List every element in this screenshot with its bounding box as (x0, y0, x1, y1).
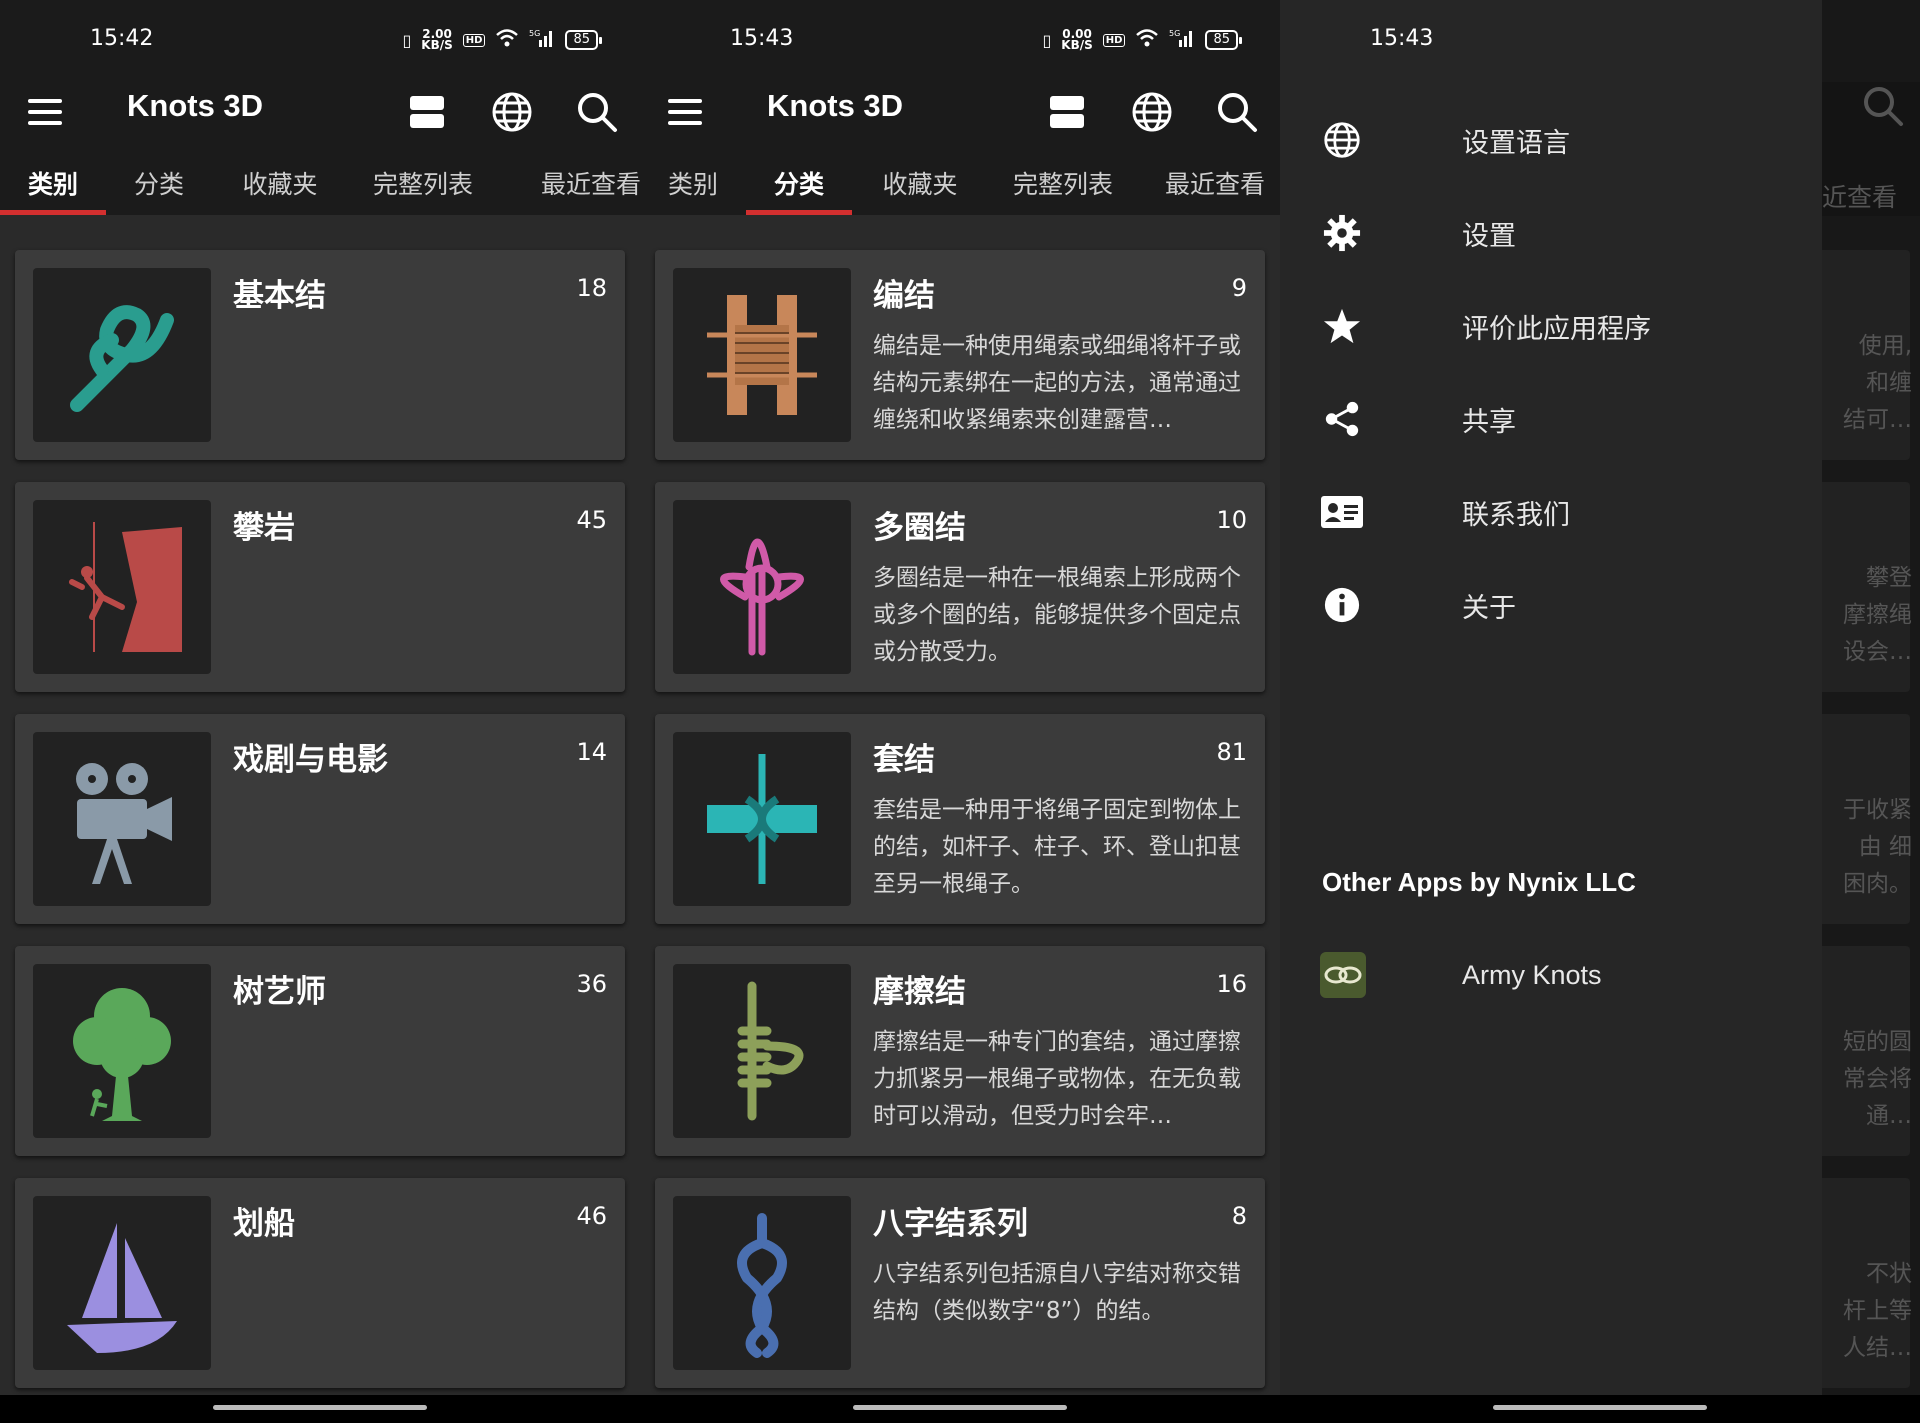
globe-icon (1320, 118, 1364, 162)
info-icon (1320, 583, 1364, 627)
svg-text:5G: 5G (529, 29, 540, 38)
share-icon (1320, 397, 1364, 441)
tab-recently-viewed[interactable]: 最近查看 (516, 168, 640, 215)
drawer-item-language[interactable]: 设置语言 (1320, 110, 1800, 170)
tab-full-list[interactable]: 完整列表 (348, 168, 498, 215)
tab-category[interactable]: 类别 (0, 168, 106, 215)
view-toggle-icon[interactable] (1039, 84, 1095, 140)
army-knots-app-icon (1320, 952, 1366, 998)
drawer-scrim[interactable]: 近查看 使用, 和缠 结可… 攀登 摩擦绳 设会… 于收紧由 细困肉。 短的圆 常会将 通…… (1822, 0, 1920, 1395)
list-item[interactable]: 树艺师 36 (15, 946, 625, 1156)
sailboat-icon (33, 1196, 211, 1370)
figure-eight-icon (673, 1196, 851, 1370)
home-indicator[interactable] (853, 1405, 1067, 1410)
navigation-drawer: 15:43 设置语言 设置 评价此应用程序 共享 联系我们 关于 Other A… (1280, 0, 1822, 1395)
list-item[interactable]: 戏剧与电影 14 (15, 714, 625, 924)
search-icon[interactable] (1209, 84, 1265, 140)
hamburger-menu-icon[interactable] (28, 90, 72, 134)
list-item[interactable]: 套结 81 套结是一种用于将绳子固定到物体上的结，如杆子、柱子、环、登山扣甚至另… (655, 714, 1265, 924)
screen-classification: 15:43 ▯ 0.00 KB/S HD 5G 85 Knots 3D 类别 分… (640, 0, 1280, 1423)
hitch-icon (673, 732, 851, 906)
drawer-item-contact[interactable]: 联系我们 (1320, 482, 1800, 542)
hd-icon: HD (462, 33, 486, 47)
lashing-icon (673, 268, 851, 442)
home-indicator[interactable] (213, 1405, 427, 1410)
climber-icon (33, 500, 211, 674)
status-time: 15:43 (730, 26, 794, 51)
movie-camera-icon (33, 732, 211, 906)
status-bar: 15:42 ▯ 2.00 KB/S HD 5G 85 (0, 0, 640, 80)
list-item[interactable]: 划船 46 (15, 1178, 625, 1388)
list-item[interactable]: 摩擦结 16 摩擦结是一种专门的套结，通过摩擦力抓紧另一根绳子或物体，在无负载时… (655, 946, 1265, 1156)
other-app-army-knots[interactable]: Army Knots (1320, 950, 1800, 1000)
status-time: 15:42 (90, 26, 154, 51)
screen-drawer-open: 15:43 设置语言 设置 评价此应用程序 共享 联系我们 关于 Other A… (1280, 0, 1920, 1423)
wifi-icon (1135, 28, 1159, 52)
drawer-item-about[interactable]: 关于 (1320, 575, 1800, 635)
hamburger-menu-icon[interactable] (668, 90, 712, 134)
list-item[interactable]: 八字结系列 8 八字结系列包括源自八字结对称交错结构（类似数字“8”）的结。 (655, 1178, 1265, 1388)
vibrate-icon: ▯ (402, 30, 412, 50)
tab-favorites[interactable]: 收藏夹 (852, 168, 988, 215)
battery-icon: 85 (565, 30, 602, 50)
tab-bar: 类别 分类 收藏夹 完整列表 最近查看 (0, 168, 640, 215)
tab-bar: 类别 分类 收藏夹 完整列表 最近查看 (640, 168, 1280, 215)
gesture-bar (1280, 1395, 1920, 1423)
app-bar: Knots 3D 类别 分类 收藏夹 完整列表 最近查看 (0, 80, 640, 215)
tab-recently-viewed[interactable]: 最近查看 (1140, 168, 1280, 215)
hd-icon: HD (1102, 33, 1126, 47)
drawer-item-settings[interactable]: 设置 (1320, 203, 1800, 263)
tab-full-list[interactable]: 完整列表 (988, 168, 1138, 215)
app-title: Knots 3D (767, 88, 904, 123)
globe-icon[interactable] (484, 84, 540, 140)
status-time: 15:43 (1370, 26, 1434, 51)
home-indicator[interactable] (1493, 1405, 1707, 1410)
friction-hitch-icon (673, 964, 851, 1138)
multi-loop-icon (673, 500, 851, 674)
network-rate: 2.00 KB/S (421, 27, 453, 52)
app-title: Knots 3D (127, 88, 264, 123)
gesture-bar (0, 1395, 640, 1423)
gesture-bar (640, 1395, 1280, 1423)
drawer-item-share[interactable]: 共享 (1320, 389, 1800, 449)
tab-category[interactable]: 类别 (640, 168, 746, 215)
screen-categories: 15:42 ▯ 2.00 KB/S HD 5G 85 Knots 3D 类别 分… (0, 0, 640, 1423)
battery-icon: 85 (1205, 30, 1242, 50)
status-bar: 15:43 ▯ 0.00 KB/S HD 5G 85 (640, 0, 1280, 80)
drawer-item-rate-app[interactable]: 评价此应用程序 (1320, 296, 1800, 356)
gear-icon (1320, 211, 1364, 255)
tab-classification[interactable]: 分类 (746, 168, 852, 215)
vibrate-icon: ▯ (1042, 30, 1052, 50)
signal-icon: 5G (529, 28, 555, 52)
network-rate: 0.00 KB/S (1061, 27, 1093, 52)
knot-icon (33, 268, 211, 442)
list-item[interactable]: 攀岩 45 (15, 482, 625, 692)
search-icon (1862, 85, 1904, 131)
tree-icon (33, 964, 211, 1138)
app-bar: Knots 3D 类别 分类 收藏夹 完整列表 最近查看 (640, 80, 1280, 215)
list-item[interactable]: 基本结 18 (15, 250, 625, 460)
view-toggle-icon[interactable] (399, 84, 455, 140)
list-item[interactable]: 多圈结 10 多圈结是一种在一根绳索上形成两个或多个圈的结，能够提供多个固定点或… (655, 482, 1265, 692)
wifi-icon (495, 28, 519, 52)
other-apps-header: Other Apps by Nynix LLC (1322, 867, 1636, 897)
star-icon (1320, 304, 1364, 348)
globe-icon[interactable] (1124, 84, 1180, 140)
tab-favorites[interactable]: 收藏夹 (212, 168, 348, 215)
search-icon[interactable] (569, 84, 625, 140)
contact-card-icon (1320, 490, 1364, 534)
svg-text:5G: 5G (1169, 29, 1180, 38)
list-item[interactable]: 编结 9 编结是一种使用绳索或细绳将杆子或结构元素绑在一起的方法，通常通过缠绕和… (655, 250, 1265, 460)
tab-recently-viewed: 近查看 (1822, 183, 1898, 212)
tab-classification[interactable]: 分类 (106, 168, 212, 215)
signal-icon: 5G (1169, 28, 1195, 52)
